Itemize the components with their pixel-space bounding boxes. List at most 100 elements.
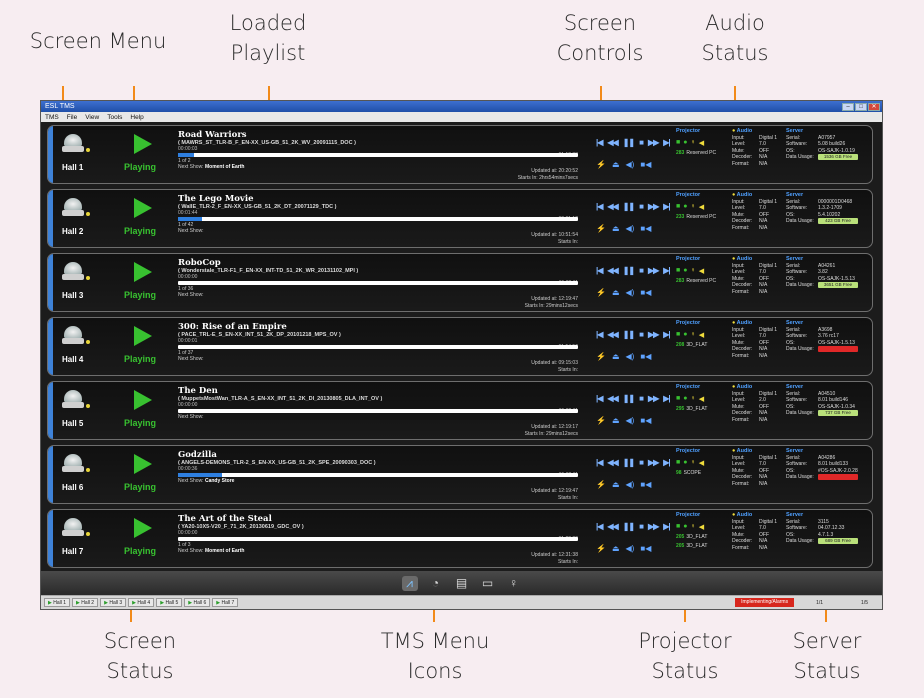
skip-forward-icon[interactable]: ▶| xyxy=(663,394,670,403)
minimize-button[interactable]: – xyxy=(842,102,854,111)
stop-icon[interactable]: ■ xyxy=(639,458,644,467)
skip-forward-icon[interactable]: ▶| xyxy=(663,522,670,531)
lightbulb-icon[interactable]: ♀ xyxy=(506,576,522,590)
camera-icon[interactable]: ■◀ xyxy=(640,288,651,297)
eject-icon[interactable]: ⏏ xyxy=(612,544,620,553)
camera-icon[interactable]: ■◀ xyxy=(640,544,651,553)
taskbar-hall-button[interactable]: ▶ Hall 2 xyxy=(72,598,99,607)
camera-icon[interactable]: ■◀ xyxy=(640,352,651,361)
taskbar-hall-button[interactable]: ▶ Hall 7 xyxy=(212,598,239,607)
rewind-icon[interactable]: ◀◀ xyxy=(607,394,618,403)
eject-icon[interactable]: ⏏ xyxy=(612,416,620,425)
document-icon[interactable]: ▤ xyxy=(454,576,470,590)
stop-icon[interactable]: ■ xyxy=(639,394,644,403)
menu-view[interactable]: View xyxy=(85,114,99,121)
fast-forward-icon[interactable]: ▶▶ xyxy=(648,394,659,403)
stop-icon[interactable]: ■ xyxy=(639,266,644,275)
play-small-icon: ▶ xyxy=(132,600,136,606)
bolt-icon[interactable]: ⚡ xyxy=(596,544,606,553)
skip-forward-icon[interactable]: ▶| xyxy=(663,458,670,467)
skip-back-icon[interactable]: |◀ xyxy=(596,330,603,339)
volume-icon[interactable]: ◀) xyxy=(626,544,635,553)
hall-row[interactable]: Hall 2 Playing The Lego Movie ( WallE_TL… xyxy=(47,189,873,248)
camera-icon[interactable]: ■◀ xyxy=(640,480,651,489)
rewind-icon[interactable]: ◀◀ xyxy=(607,266,618,275)
stop-icon[interactable]: ■ xyxy=(639,522,644,531)
activity-icon[interactable]: ⩘ xyxy=(401,575,418,591)
pause-icon[interactable]: ❚❚ xyxy=(623,458,635,467)
rewind-icon[interactable]: ◀◀ xyxy=(607,522,618,531)
hall-row[interactable]: Hall 7 Playing The Art of the Steal ( YA… xyxy=(47,509,873,568)
alarm-indicator[interactable]: Implementing/Alarms xyxy=(735,598,795,607)
clock-icon[interactable]: ◔ xyxy=(428,576,444,590)
eject-icon[interactable]: ⏏ xyxy=(612,288,620,297)
rewind-icon[interactable]: ◀◀ xyxy=(607,330,618,339)
skip-forward-icon[interactable]: ▶| xyxy=(663,138,670,147)
hall-row[interactable]: Hall 1 Playing Road Warriors ( MAWRS_ST_… xyxy=(47,125,873,184)
pause-icon[interactable]: ❚❚ xyxy=(623,522,635,531)
taskbar-hall-button[interactable]: ▶ Hall 6 xyxy=(184,598,211,607)
fast-forward-icon[interactable]: ▶▶ xyxy=(648,330,659,339)
skip-back-icon[interactable]: |◀ xyxy=(596,394,603,403)
pause-icon[interactable]: ❚❚ xyxy=(623,138,635,147)
volume-icon[interactable]: ◀) xyxy=(626,416,635,425)
menu-help[interactable]: Help xyxy=(130,114,143,121)
menu-file[interactable]: File xyxy=(67,114,77,121)
camera-icon[interactable]: ■◀ xyxy=(640,160,651,169)
camera-icon[interactable]: ■◀ xyxy=(640,224,651,233)
volume-icon[interactable]: ◀) xyxy=(626,160,635,169)
skip-forward-icon[interactable]: ▶| xyxy=(663,202,670,211)
skip-back-icon[interactable]: |◀ xyxy=(596,522,603,531)
volume-icon[interactable]: ◀) xyxy=(626,288,635,297)
taskbar-hall-button[interactable]: ▶ Hall 3 xyxy=(100,598,127,607)
monitor-icon[interactable]: ▭ xyxy=(480,576,496,590)
rewind-icon[interactable]: ◀◀ xyxy=(607,202,618,211)
stop-icon[interactable]: ■ xyxy=(639,138,644,147)
pause-icon[interactable]: ❚❚ xyxy=(623,202,635,211)
volume-icon[interactable]: ◀) xyxy=(626,224,635,233)
fast-forward-icon[interactable]: ▶▶ xyxy=(648,138,659,147)
maximize-button[interactable]: □ xyxy=(855,102,867,111)
taskbar-hall-button[interactable]: ▶ Hall 1 xyxy=(44,598,71,607)
hall-row[interactable]: Hall 5 Playing The Den ( MuppetsMostWan_… xyxy=(47,381,873,440)
skip-back-icon[interactable]: |◀ xyxy=(596,266,603,275)
bolt-icon[interactable]: ⚡ xyxy=(596,352,606,361)
taskbar-hall-button[interactable]: ▶ Hall 4 xyxy=(128,598,155,607)
fast-forward-icon[interactable]: ▶▶ xyxy=(648,202,659,211)
hall-row[interactable]: Hall 3 Playing RoboCop ( Wonderstale_TLR… xyxy=(47,253,873,312)
bolt-icon[interactable]: ⚡ xyxy=(596,416,606,425)
stop-icon[interactable]: ■ xyxy=(639,330,644,339)
skip-forward-icon[interactable]: ▶| xyxy=(663,266,670,275)
fast-forward-icon[interactable]: ▶▶ xyxy=(648,522,659,531)
bolt-icon[interactable]: ⚡ xyxy=(596,224,606,233)
pause-icon[interactable]: ❚❚ xyxy=(623,266,635,275)
bolt-icon[interactable]: ⚡ xyxy=(596,480,606,489)
pause-icon[interactable]: ❚❚ xyxy=(623,330,635,339)
menu-tms[interactable]: TMS xyxy=(45,114,59,121)
taskbar-hall-button[interactable]: ▶ Hall 5 xyxy=(156,598,183,607)
bolt-icon[interactable]: ⚡ xyxy=(596,288,606,297)
pause-icon[interactable]: ❚❚ xyxy=(623,394,635,403)
skip-back-icon[interactable]: |◀ xyxy=(596,458,603,467)
rewind-icon[interactable]: ◀◀ xyxy=(607,458,618,467)
bolt-icon[interactable]: ⚡ xyxy=(596,160,606,169)
skip-forward-icon[interactable]: ▶| xyxy=(663,330,670,339)
volume-icon[interactable]: ◀) xyxy=(626,352,635,361)
eject-icon[interactable]: ⏏ xyxy=(612,480,620,489)
eject-icon[interactable]: ⏏ xyxy=(612,224,620,233)
camera-icon[interactable]: ■◀ xyxy=(640,416,651,425)
stop-icon[interactable]: ■ xyxy=(639,202,644,211)
close-button[interactable]: ✕ xyxy=(868,102,880,111)
hall-row[interactable]: Hall 4 Playing 300: Rise of an Empire ( … xyxy=(47,317,873,376)
eject-icon[interactable]: ⏏ xyxy=(612,160,620,169)
skip-back-icon[interactable]: |◀ xyxy=(596,202,603,211)
fast-forward-icon[interactable]: ▶▶ xyxy=(648,266,659,275)
hall-row[interactable]: Hall 6 Playing Godzilla ( ANGELS-DEMONS_… xyxy=(47,445,873,504)
rewind-icon[interactable]: ◀◀ xyxy=(607,138,618,147)
eject-icon[interactable]: ⏏ xyxy=(612,352,620,361)
skip-back-icon[interactable]: |◀ xyxy=(596,138,603,147)
menu-tools[interactable]: Tools xyxy=(107,114,122,121)
menu-bar: TMS File View Tools Help xyxy=(41,112,882,122)
volume-icon[interactable]: ◀) xyxy=(626,480,635,489)
fast-forward-icon[interactable]: ▶▶ xyxy=(648,458,659,467)
